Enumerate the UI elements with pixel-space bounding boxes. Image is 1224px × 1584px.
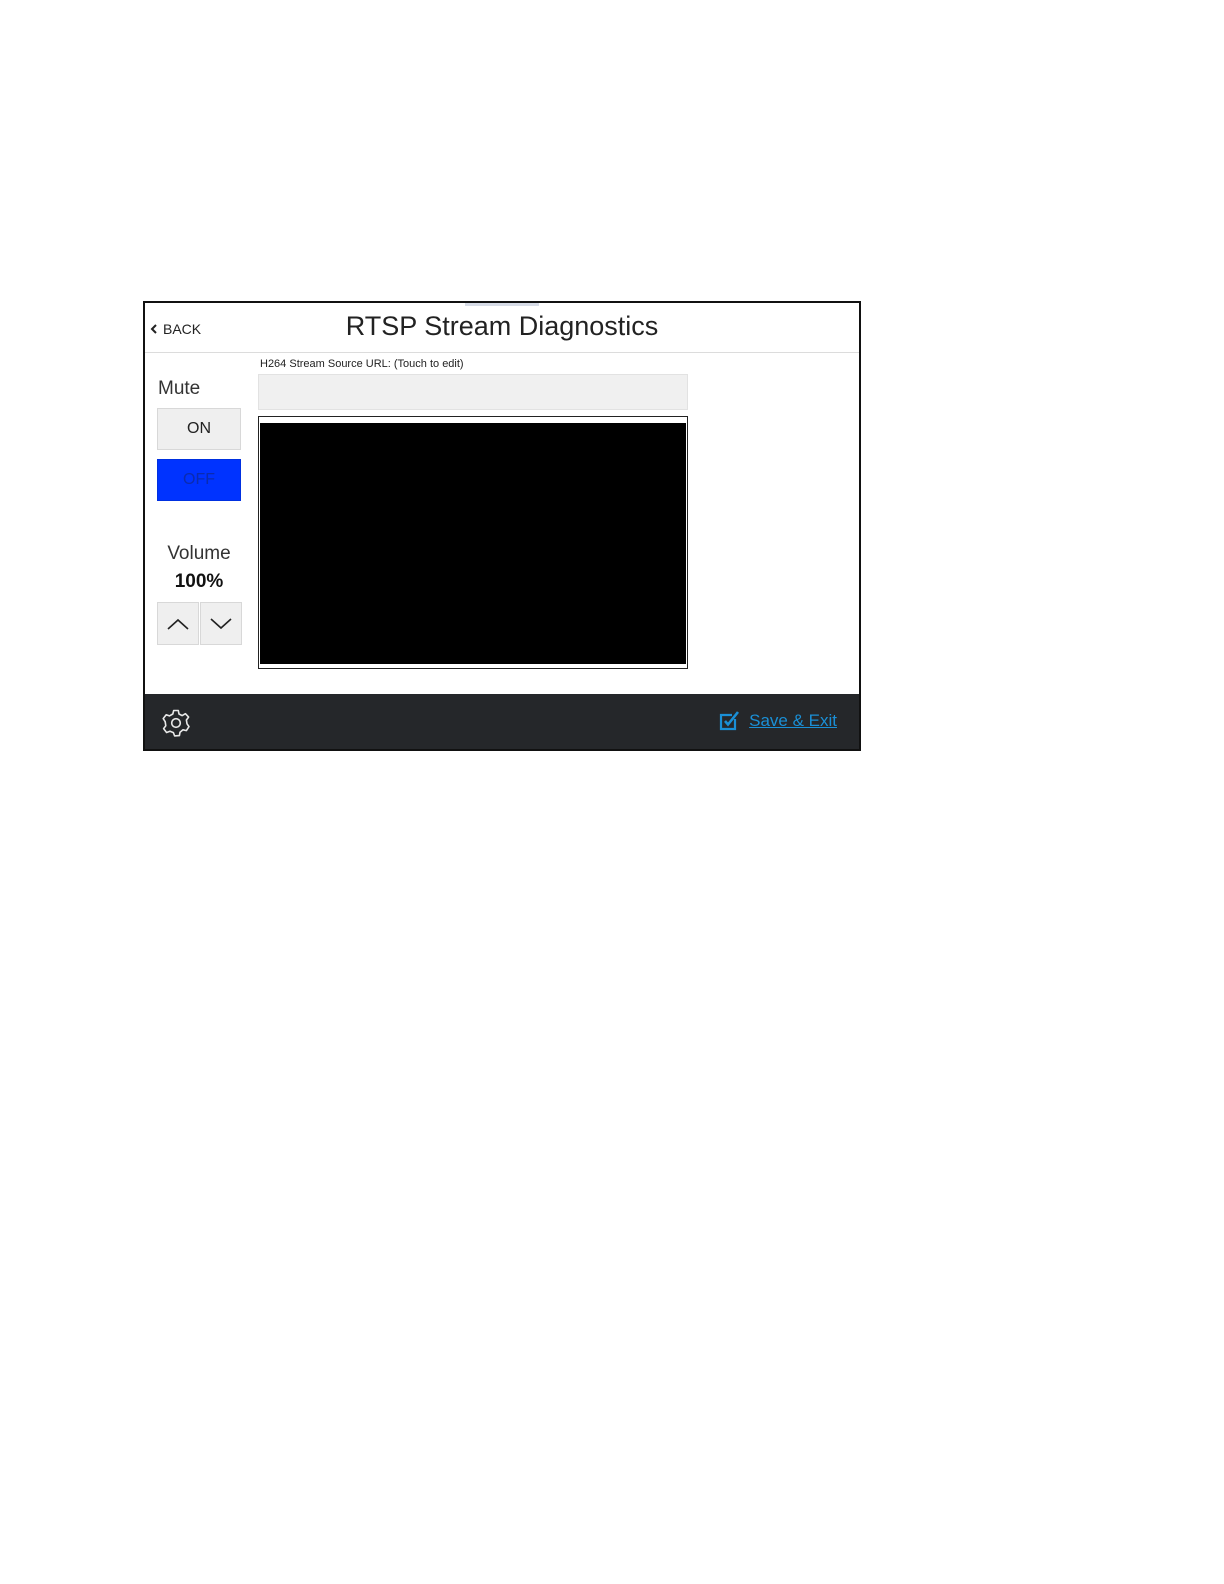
save-exit-label: Save & Exit [749,711,837,730]
gear-icon[interactable] [161,708,191,738]
stream-url-label: H264 Stream Source URL: (Touch to edit) [260,358,464,370]
volume-value: 100% [174,571,224,592]
mute-off-button[interactable]: OFF [157,459,241,501]
volume-label: Volume [167,543,231,564]
checkbox-checked-icon [720,711,740,731]
stream-url-input[interactable] [258,374,688,410]
volume-up-button[interactable] [157,602,199,645]
video-frame [258,416,688,669]
header-bar: BACK RTSP Stream Diagnostics [145,303,859,353]
page-title: RTSP Stream Diagnostics [345,311,659,341]
footer-bar: Save & Exit [145,694,859,749]
mute-on-button[interactable]: ON [157,408,241,450]
mute-off-label: OFF [183,471,215,488]
mute-label: Mute [158,378,201,399]
mute-on-label: ON [187,420,211,437]
save-exit-button[interactable]: Save & Exit [717,709,837,733]
volume-down-button[interactable] [200,602,242,645]
video-preview [260,423,686,664]
touchpanel-screen: BACK RTSP Stream Diagnostics Mute ON OFF… [143,301,861,751]
chevron-up-icon [167,618,189,630]
chevron-down-icon [210,617,232,629]
